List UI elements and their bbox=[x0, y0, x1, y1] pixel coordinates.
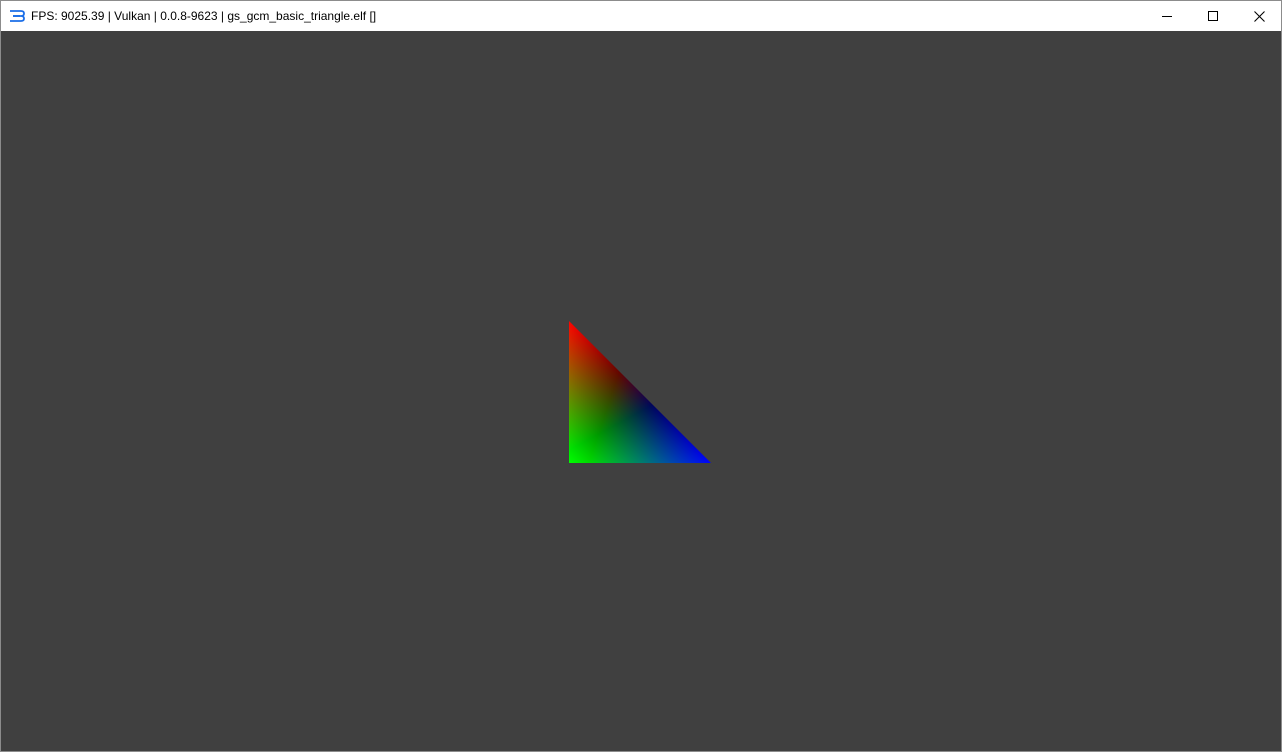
title-bar[interactable]: FPS: 9025.39 | Vulkan | 0.0.8-9623 | gs_… bbox=[1, 1, 1281, 31]
maximize-button[interactable] bbox=[1190, 1, 1236, 31]
close-button[interactable] bbox=[1236, 1, 1282, 31]
minimize-button[interactable] bbox=[1144, 1, 1190, 31]
close-icon bbox=[1253, 10, 1265, 22]
minimize-icon bbox=[1162, 16, 1172, 17]
emulator-window: FPS: 9025.39 | Vulkan | 0.0.8-9623 | gs_… bbox=[0, 0, 1282, 752]
maximize-icon bbox=[1208, 11, 1218, 21]
window-title: FPS: 9025.39 | Vulkan | 0.0.8-9623 | gs_… bbox=[31, 9, 377, 23]
rgb-triangle bbox=[569, 321, 711, 463]
render-viewport[interactable] bbox=[1, 31, 1281, 751]
rpcs3-logo-icon bbox=[10, 10, 25, 22]
